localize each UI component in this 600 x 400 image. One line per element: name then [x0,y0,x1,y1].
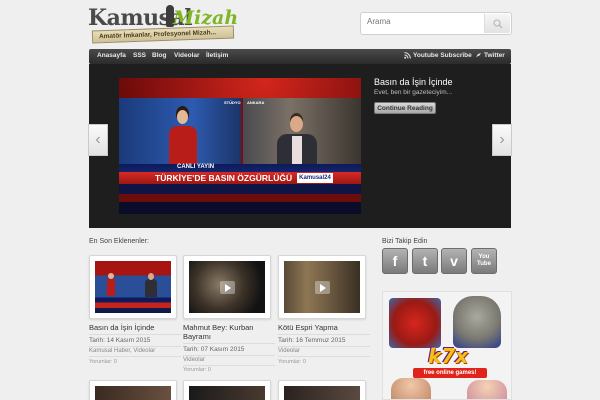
thumbnail-image [189,261,265,313]
slider-next-button[interactable]: › [492,124,512,156]
youtube-icon: You Tube [477,254,491,267]
vimeo-icon: v [450,253,458,269]
card-thumbnail[interactable] [278,255,366,319]
studio-backdrop [119,78,361,98]
card-title[interactable]: Kötü Espri Yapma [278,323,378,332]
card-thumbnail[interactable] [89,380,177,400]
twitter-label: Twitter [484,52,505,59]
ad-brand: k7x [427,344,469,368]
youtube-subscribe-link[interactable]: Youtube Subscribe [404,52,472,59]
nav-item-anasayfa[interactable]: Anasayfa [97,52,126,59]
twitter-link[interactable]: Twitter [475,52,505,59]
main-nav: Anasayfa SSS Blog Videolar İletişim Yout… [89,49,511,64]
ticker-bottom [119,202,361,214]
guest-shirt [292,136,302,164]
chevron-right-icon: › [499,131,505,148]
image-live-label: CANLI YAYIN [177,164,215,170]
card-title[interactable]: Mahmut Bey: Kurban Bayramı [183,323,283,341]
image-tag-studio: STÜDYO [224,100,241,105]
card-thumbnail[interactable] [183,380,271,400]
youtube-button[interactable]: You Tube [471,248,497,274]
thumbnail-image [95,386,171,400]
divider [89,356,181,357]
divider [183,343,275,344]
image-channel-logo: Kamusal24 [297,173,333,183]
card-comments[interactable]: Yorumlar: 0 [183,367,211,373]
thumbnail-image [189,386,265,400]
card-category[interactable]: Kamusal Haber, Videolar [89,348,155,354]
twitter-bird-icon [476,53,481,57]
rss-icon [404,52,411,59]
divider [278,356,370,357]
divider [183,365,275,366]
facebook-icon: f [392,253,398,269]
play-icon [220,281,235,294]
nav-item-iletisim[interactable]: İletişim [206,52,228,59]
ticker-band-2 [119,194,361,202]
thumbnail-image [284,261,360,313]
search-icon [492,18,503,29]
thumbnail-image [284,386,360,400]
play-icon [315,281,330,294]
slider-prev-button[interactable]: ‹ [88,124,108,156]
follow-us-title: Bizi Takip Edin [382,238,428,245]
card-title[interactable]: Basın da İşin İçinde [89,323,189,332]
nav-item-videolar[interactable]: Videolar [174,52,200,59]
vimeo-button[interactable]: v [441,248,467,274]
chevron-left-icon: ‹ [95,131,101,148]
card-date: Tarih: 14 Kasım 2015 [89,337,151,344]
latest-section-title: En Son Eklenenler: [89,238,149,245]
continue-reading-button[interactable]: Continue Reading [374,102,436,114]
advertisement-banner[interactable]: k7x free online games! [382,291,512,400]
card-category[interactable]: Videolar [278,348,300,354]
divider [89,346,181,347]
twitter-icon: t [422,253,428,269]
ad-character-graphic [391,378,431,399]
nav-item-sss[interactable]: SSS [133,52,146,59]
slide-title[interactable]: Basın da İşin İçinde [374,77,453,87]
divider [183,355,275,356]
featured-slider: STÜDYO ANKARA CANLI YAYIN TÜRKİYE'DE BAS… [89,64,511,228]
ad-character-graphic-2 [467,380,507,399]
ticker-band [119,184,361,194]
image-tag-location: ANKARA [247,100,265,105]
card-date: Tarih: 07 Kasım 2015 [183,346,245,353]
ad-tagline: free online games! [413,368,487,378]
divider [278,346,370,347]
ad-car-graphic [389,298,441,348]
nav-item-blog[interactable]: Blog [152,52,166,59]
slide-image[interactable]: STÜDYO ANKARA CANLI YAYIN TÜRKİYE'DE BAS… [119,78,361,214]
divider [278,334,370,335]
youtube-subscribe-label: Youtube Subscribe [413,52,472,59]
card-thumbnail[interactable] [89,255,177,319]
search-box [360,12,512,35]
divider [89,334,181,335]
card-thumbnail[interactable] [278,380,366,400]
card-category[interactable]: Videolar [183,357,205,363]
card-date: Tarih: 16 Temmuz 2015 [278,337,346,344]
card-comments[interactable]: Yorumlar: 0 [278,359,306,365]
twitter-button[interactable]: t [412,248,438,274]
thumbnail-image [95,261,171,313]
facebook-button[interactable]: f [382,248,408,274]
search-input[interactable] [367,17,477,26]
anchor-head [177,110,188,124]
card-comments[interactable]: Yorumlar: 0 [89,359,117,365]
anchor-body [169,126,197,164]
ad-cat-graphic [453,296,501,348]
image-headline: TÜRKİYE'DE BASIN ÖZGÜRLÜĞÜ [155,173,293,183]
search-button[interactable] [484,14,510,33]
guest-head [290,116,303,132]
site-logo[interactable]: Kamusal Mizah Amatör İmkanlar, Profesyon… [88,5,238,44]
card-thumbnail[interactable] [183,255,271,319]
slide-excerpt: Evet, ben bir gazeteciyim... [374,89,453,96]
